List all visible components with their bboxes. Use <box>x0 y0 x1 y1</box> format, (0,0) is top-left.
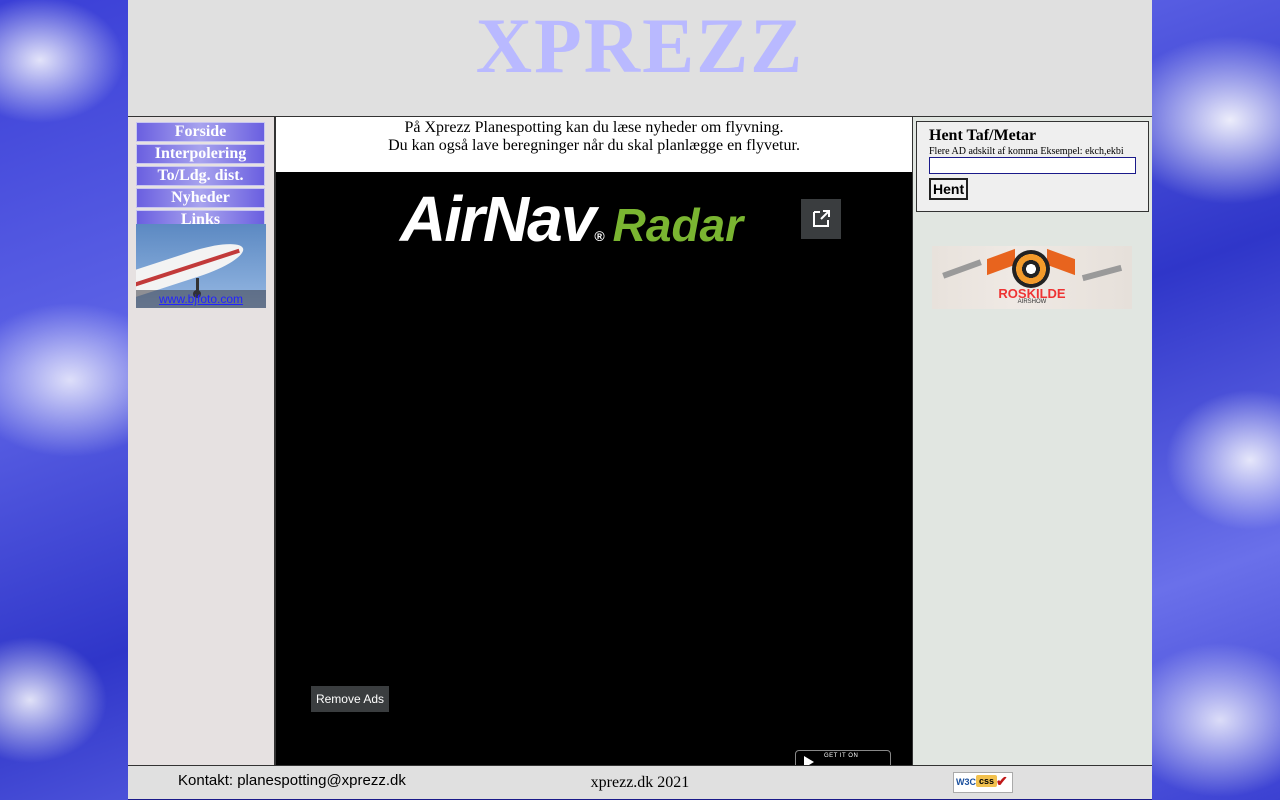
banner-subtitle: AIRSHOW <box>1017 299 1047 305</box>
metar-input[interactable] <box>929 157 1136 174</box>
airshow-emblem-icon <box>1012 250 1050 288</box>
wing-right-icon <box>1047 248 1075 276</box>
intro-line-1: På Xprezz Planespotting kan du læse nyhe… <box>404 119 784 136</box>
w3c-css-badge[interactable]: W3C css ✔ <box>953 772 1013 793</box>
right-sidebar: Hent Taf/Metar Flere AD adskilt af komma… <box>913 117 1152 765</box>
site-header: XPREZZ <box>128 0 1152 117</box>
external-link-icon <box>813 210 830 227</box>
google-play-caption: GET IT ON <box>824 753 859 759</box>
site-title: XPREZZ <box>475 2 805 89</box>
menu-item-forside[interactable]: Forside <box>136 122 265 142</box>
menu-item-interpolering[interactable]: Interpolering <box>136 144 265 164</box>
registered-mark: ® <box>594 228 605 244</box>
metar-form: Hent Taf/Metar Flere AD adskilt af komma… <box>916 121 1149 212</box>
airnav-radar-embed[interactable]: AirNav® Radar Remove Ads GET IT ON <box>276 172 912 765</box>
wing-left-icon <box>987 248 1015 276</box>
checkmark-icon: ✔ <box>996 773 1008 789</box>
roskilde-airshow-banner[interactable]: ROSKILDE AIRSHOW <box>932 246 1132 309</box>
w3c-label: W3C <box>956 777 976 787</box>
google-play-badge[interactable]: GET IT ON <box>795 750 891 765</box>
airplane-photo[interactable]: www.bjfoto.com <box>136 224 266 308</box>
remove-ads-button[interactable]: Remove Ads <box>311 686 389 712</box>
google-play-icon <box>804 756 814 765</box>
jet-silhouette-right <box>1081 264 1123 282</box>
metar-title: Hent Taf/Metar <box>929 127 1037 144</box>
jet-silhouette-left <box>942 259 982 279</box>
intro-text: På Xprezz Planespotting kan du læse nyhe… <box>276 119 912 155</box>
menu-item-nyheder[interactable]: Nyheder <box>136 188 265 208</box>
main-content: På Xprezz Planespotting kan du læse nyhe… <box>275 117 913 765</box>
open-external-button[interactable] <box>801 199 841 239</box>
photo-credit-link[interactable]: www.bjfoto.com <box>136 290 266 308</box>
page: XPREZZ Forside Interpolering To/Ldg. dis… <box>128 0 1152 800</box>
metar-hint: Flere AD adskilt af komma Eksempel: ekch… <box>929 146 1124 157</box>
menu-item-to-ldg-dist[interactable]: To/Ldg. dist. <box>136 166 265 186</box>
airnav-radar-logo: AirNav® Radar <box>400 182 744 255</box>
css-label: css <box>976 775 998 787</box>
radar-brand: Radar <box>612 199 744 251</box>
main-menu: Forside Interpolering To/Ldg. dist. Nyhe… <box>136 122 265 232</box>
hent-button[interactable]: Hent <box>929 178 969 200</box>
left-sidebar: Forside Interpolering To/Ldg. dist. Nyhe… <box>128 117 275 765</box>
airnav-brand: AirNav <box>400 183 596 255</box>
intro-line-2: Du kan også lave beregninger når du skal… <box>388 137 800 154</box>
site-footer: Kontakt: planespotting@xprezz.dk xprezz.… <box>128 765 1152 800</box>
